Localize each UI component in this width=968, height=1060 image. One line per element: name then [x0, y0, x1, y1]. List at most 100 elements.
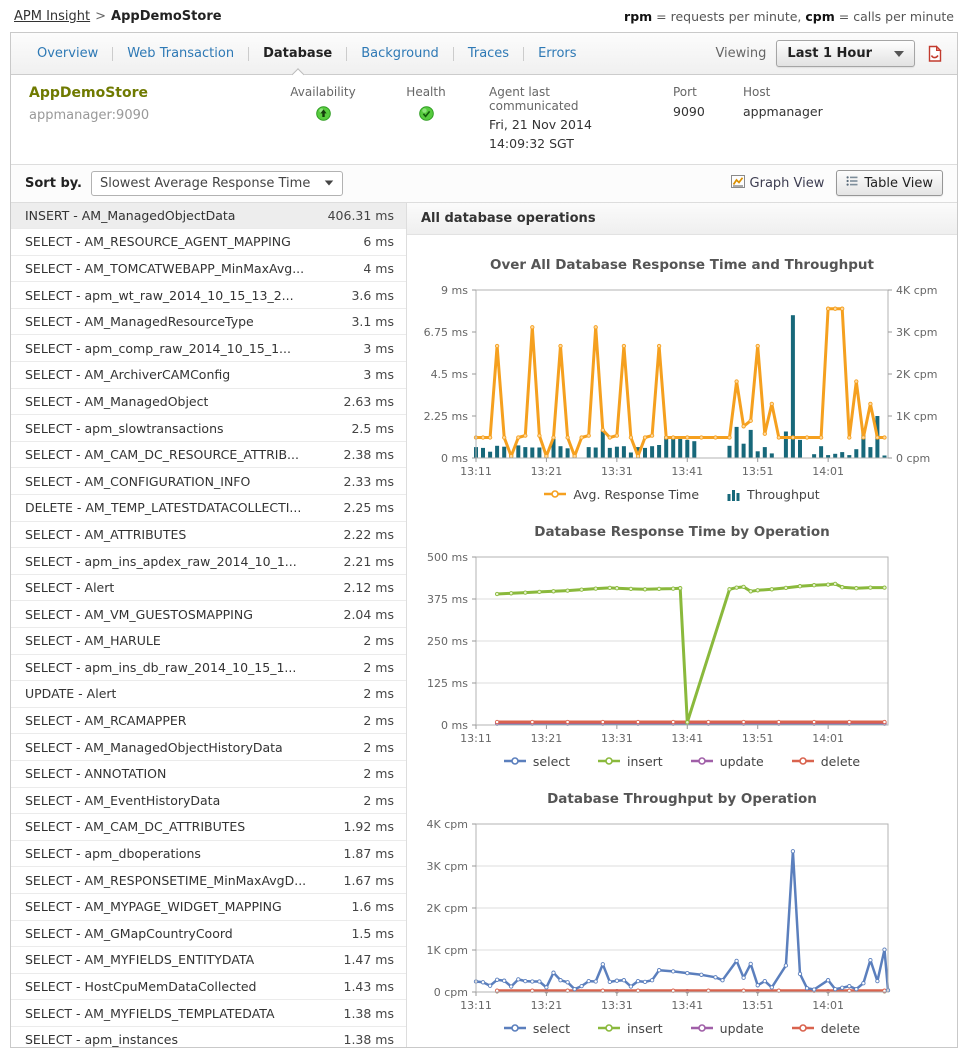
- svg-text:14:01: 14:01: [812, 465, 844, 478]
- line-chart-icon: [731, 175, 745, 192]
- db-operation-row[interactable]: SELECT - Alert 2.12 ms: [11, 575, 406, 602]
- db-operation-row[interactable]: SELECT - AM_MYPAGE_WIDGET_MAPPING 1.6 ms: [11, 894, 406, 921]
- db-operation-row[interactable]: SELECT - HostCpuMemDataCollected 1.43 ms: [11, 974, 406, 1001]
- svg-text:13:21: 13:21: [531, 732, 563, 745]
- tab-errors[interactable]: Errors: [524, 33, 590, 74]
- operation-response-time: 1.38 ms: [336, 1032, 395, 1047]
- db-operation-row[interactable]: SELECT - AM_HARULE 2 ms: [11, 628, 406, 655]
- tabbar-right: Viewing Last 1 Hour: [715, 40, 945, 67]
- agent-last-time: 14:09:32 SGT: [489, 135, 639, 154]
- content-area: INSERT - AM_ManagedObjectData 406.31 ms …: [11, 203, 957, 1048]
- db-operation-row[interactable]: SELECT - AM_ATTRIBUTES 2.22 ms: [11, 522, 406, 549]
- time-range-value: Last 1 Hour: [787, 46, 872, 61]
- chart-block-1: Over All Database Response Time and Thro…: [407, 235, 957, 502]
- tab-traces[interactable]: Traces: [454, 33, 523, 74]
- graph-view-button[interactable]: Graph View: [731, 175, 825, 192]
- tab-database[interactable]: Database: [249, 33, 346, 74]
- operation-name: SELECT - apm_instances: [25, 1032, 178, 1047]
- svg-text:4K cpm: 4K cpm: [427, 818, 468, 831]
- db-operation-row[interactable]: SELECT - AM_EventHistoryData 2 ms: [11, 788, 406, 815]
- list-icon: [846, 175, 858, 191]
- svg-text:375 ms: 375 ms: [427, 593, 468, 606]
- tab-overview[interactable]: Overview: [23, 33, 112, 74]
- legend-item-delete: delete: [792, 754, 860, 769]
- svg-text:13:51: 13:51: [742, 999, 774, 1012]
- db-operation-row[interactable]: SELECT - AM_CONFIGURATION_INFO 2.33 ms: [11, 468, 406, 495]
- legend-label: delete: [821, 1021, 860, 1036]
- db-operation-row[interactable]: SELECT - AM_ManagedObjectHistoryData 2 m…: [11, 734, 406, 761]
- svg-text:3K cpm: 3K cpm: [896, 326, 937, 339]
- operation-name: SELECT - AM_CAM_DC_RESOURCE_ATTRIB...: [25, 447, 299, 462]
- operation-name: SELECT - apm_ins_db_raw_2014_10_15_1...: [25, 660, 296, 675]
- sort-by-value: Slowest Average Response Time: [100, 176, 310, 191]
- tab-background[interactable]: Background: [347, 33, 453, 74]
- svg-text:0 ms: 0 ms: [441, 452, 468, 465]
- legend-label: Throughput: [747, 487, 820, 502]
- app-info-row: AppDemoStore appmanager:9090 Availabilit…: [11, 75, 957, 165]
- svg-text:13:41: 13:41: [671, 465, 703, 478]
- db-operation-row[interactable]: SELECT - AM_RESOURCE_AGENT_MAPPING 6 ms: [11, 229, 406, 256]
- breadcrumb-link-apm-insight[interactable]: APM Insight: [14, 9, 90, 24]
- db-operation-row[interactable]: SELECT - AM_RCAMAPPER 2 ms: [11, 708, 406, 735]
- db-operation-row[interactable]: SELECT - apm_ins_db_raw_2014_10_15_1... …: [11, 655, 406, 682]
- svg-text:0 cpm: 0 cpm: [896, 452, 930, 465]
- time-range-dropdown[interactable]: Last 1 Hour: [776, 40, 915, 67]
- db-operation-row[interactable]: SELECT - AM_CAM_DC_ATTRIBUTES 1.92 ms: [11, 814, 406, 841]
- operation-name: SELECT - AM_RCAMAPPER: [25, 713, 186, 728]
- db-operation-row[interactable]: SELECT - ANNOTATION 2 ms: [11, 761, 406, 788]
- db-operation-row[interactable]: SELECT - apm_comp_raw_2014_10_15_1... 3 …: [11, 335, 406, 362]
- db-operation-row[interactable]: SELECT - AM_MYFIELDS_ENTITYDATA 1.47 ms: [11, 947, 406, 974]
- db-operation-row[interactable]: SELECT - AM_TOMCATWEBAPP_MinMaxAvg... 4 …: [11, 256, 406, 283]
- chart-block-3: Database Throughput by Operation0 cpm1K …: [407, 769, 957, 1036]
- operation-name: SELECT - AM_ArchiverCAMConfig: [25, 367, 230, 382]
- db-operation-row[interactable]: DELETE - AM_TEMP_LATESTDATACOLLECTI... 2…: [11, 495, 406, 522]
- operation-name: SELECT - AM_CAM_DC_ATTRIBUTES: [25, 819, 245, 834]
- db-operation-row[interactable]: UPDATE - Alert 2 ms: [11, 681, 406, 708]
- breadcrumb-separator: >: [95, 9, 106, 24]
- operation-response-time: 3 ms: [355, 341, 394, 356]
- operation-response-time: 2 ms: [355, 660, 394, 675]
- app-name: AppDemoStore: [29, 85, 249, 101]
- operation-response-time: 2.22 ms: [336, 527, 395, 542]
- breadcrumb-current: AppDemoStore: [111, 9, 222, 24]
- db-operation-row[interactable]: SELECT - AM_MYFIELDS_TEMPLATEDATA 1.38 m…: [11, 1000, 406, 1027]
- db-operation-row[interactable]: SELECT - AM_ArchiverCAMConfig 3 ms: [11, 362, 406, 389]
- operation-name: SELECT - apm_comp_raw_2014_10_15_1...: [25, 341, 291, 356]
- sort-by-label: Sort by.: [25, 176, 82, 191]
- operation-name: SELECT - apm_wt_raw_2014_10_15_13_2...: [25, 288, 294, 303]
- svg-text:13:31: 13:31: [601, 999, 633, 1012]
- operation-name: SELECT - apm_slowtransactions: [25, 421, 224, 436]
- db-operation-row[interactable]: SELECT - apm_ins_apdex_raw_2014_10_1... …: [11, 548, 406, 575]
- viewing-label: Viewing: [715, 46, 766, 61]
- db-operation-row[interactable]: SELECT - apm_slowtransactions 2.5 ms: [11, 415, 406, 442]
- operation-response-time: 2 ms: [355, 793, 394, 808]
- db-operation-row[interactable]: SELECT - apm_dboperations 1.87 ms: [11, 841, 406, 868]
- operation-name: SELECT - AM_RESPONSETIME_MinMaxAvgD...: [25, 873, 306, 888]
- breadcrumb: APM Insight > AppDemoStore: [14, 9, 222, 24]
- db-operation-row[interactable]: SELECT - AM_GMapCountryCoord 1.5 ms: [11, 921, 406, 948]
- pdf-export-icon[interactable]: [925, 45, 945, 63]
- table-view-button[interactable]: Table View: [836, 170, 943, 196]
- db-operation-row[interactable]: SELECT - AM_ManagedResourceType 3.1 ms: [11, 309, 406, 336]
- tab-bar: OverviewWeb TransactionDatabaseBackgroun…: [11, 33, 957, 75]
- operation-name: SELECT - apm_ins_apdex_raw_2014_10_1...: [25, 554, 297, 569]
- cpm-definition: = calls per minute: [835, 9, 954, 24]
- db-operation-row[interactable]: SELECT - AM_CAM_DC_RESOURCE_ATTRIB... 2.…: [11, 442, 406, 469]
- chevron-down-icon: [894, 51, 904, 57]
- sort-by-select[interactable]: Slowest Average Response Time: [91, 171, 343, 196]
- svg-text:13:11: 13:11: [460, 732, 492, 745]
- legend-label: insert: [627, 754, 663, 769]
- charts-panel: All database operations Over All Databas…: [407, 203, 957, 1048]
- tab-web-transaction[interactable]: Web Transaction: [113, 33, 248, 74]
- operation-response-time: 1.6 ms: [343, 899, 394, 914]
- db-operation-row[interactable]: SELECT - apm_instances 1.38 ms: [11, 1027, 406, 1047]
- db-operation-row[interactable]: INSERT - AM_ManagedObjectData 406.31 ms: [11, 203, 406, 230]
- svg-text:13:51: 13:51: [742, 732, 774, 745]
- db-operation-row[interactable]: SELECT - AM_ManagedObject 2.63 ms: [11, 389, 406, 416]
- db-operation-row[interactable]: SELECT - AM_RESPONSETIME_MinMaxAvgD... 1…: [11, 867, 406, 894]
- db-operation-row[interactable]: SELECT - AM_VM_GUESTOSMAPPING 2.04 ms: [11, 601, 406, 628]
- operation-response-time: 2 ms: [355, 686, 394, 701]
- db-operation-row[interactable]: SELECT - apm_wt_raw_2014_10_15_13_2... 3…: [11, 282, 406, 309]
- chart-legend: Avg. Response TimeThroughput: [407, 487, 957, 502]
- operation-response-time: 1.87 ms: [336, 846, 395, 861]
